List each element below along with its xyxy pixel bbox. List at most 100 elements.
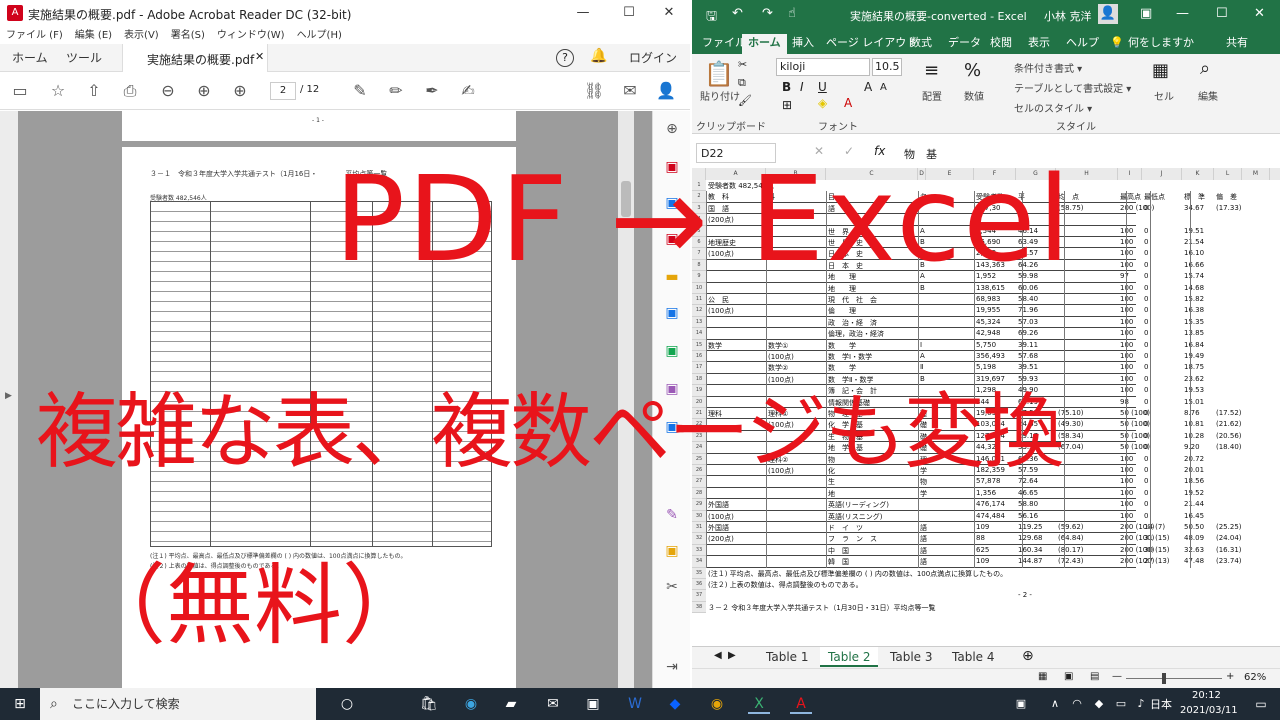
tab-tools[interactable]: ツール: [66, 44, 102, 72]
number-format-icon[interactable]: %: [964, 60, 981, 81]
cell[interactable]: 0: [1144, 261, 1148, 269]
cell[interactable]: 0: [1144, 341, 1148, 349]
mail-icon[interactable]: ✉: [542, 694, 564, 714]
cell[interactable]: Ⅰ: [920, 341, 922, 349]
cell[interactable]: 98: [1120, 398, 1129, 406]
row-header[interactable]: 16: [692, 351, 706, 363]
sign-icon[interactable]: ✒: [422, 81, 442, 101]
cell[interactable]: 0: [1144, 512, 1148, 520]
cell[interactable]: 23.62: [1184, 375, 1204, 383]
cell[interactable]: 0: [1144, 489, 1148, 497]
cell[interactable]: 27 (13): [1144, 557, 1170, 565]
cell[interactable]: 15.35: [1184, 318, 1204, 326]
cell[interactable]: 0: [1144, 284, 1148, 292]
cell[interactable]: (100点): [768, 375, 794, 385]
notification-icon[interactable]: ▭: [1250, 694, 1272, 714]
sheet-tab[interactable]: Table 2: [820, 647, 879, 667]
save-icon[interactable]: ▭: [10, 81, 30, 101]
cell[interactable]: 外国語: [708, 523, 729, 533]
row-header[interactable]: 28: [692, 487, 706, 500]
cell[interactable]: ３－２ 令和３年度大学入学共通テスト（1月30日・31日）平均点等一覧: [708, 603, 936, 613]
left-panel-toggle[interactable]: ▶: [0, 111, 18, 688]
windows-start-icon[interactable]: ⊞: [9, 694, 31, 714]
italic-icon[interactable]: I: [800, 80, 804, 94]
cell[interactable]: 68,983: [976, 295, 1001, 303]
tab-formulas[interactable]: 数式: [910, 34, 932, 54]
clock-date[interactable]: 2021/03/11: [1180, 705, 1238, 716]
cell[interactable]: (58.34): [1058, 432, 1084, 440]
cell[interactable]: 14 (7): [1144, 523, 1165, 531]
cell[interactable]: 0: [1144, 249, 1148, 257]
cell[interactable]: 57.03: [1018, 318, 1038, 326]
font-size-select[interactable]: 10.5: [872, 58, 902, 76]
row-header[interactable]: 12: [692, 305, 706, 317]
menu-sign[interactable]: 署名(S): [171, 26, 205, 41]
cell[interactable]: 20.01: [1184, 466, 1204, 474]
cell[interactable]: 数 学: [828, 363, 856, 373]
maximize-icon[interactable]: ☐: [1216, 6, 1228, 21]
chevron-right-icon[interactable]: ▶: [5, 391, 12, 401]
format-painter-icon[interactable]: 🖌: [738, 94, 752, 107]
cell-styles-button[interactable]: セルのスタイル ▾: [1014, 100, 1092, 115]
cell[interactable]: ド イ ツ: [828, 523, 863, 533]
row-header[interactable]: 18: [692, 373, 706, 386]
cell[interactable]: 数 学: [828, 341, 856, 351]
cell[interactable]: 58.40: [1018, 295, 1038, 303]
cell[interactable]: 50.50: [1184, 523, 1204, 531]
cell[interactable]: 16.45: [1184, 512, 1204, 520]
dropbox-icon[interactable]: ◆: [664, 694, 686, 714]
cell[interactable]: (100点): [708, 512, 734, 522]
row-header[interactable]: 37: [692, 590, 706, 602]
cell[interactable]: 31 (15): [1144, 534, 1170, 542]
cut-icon[interactable]: ✂: [738, 58, 747, 71]
prev-page-icon[interactable]: ⊕: [194, 81, 214, 101]
tab-help[interactable]: ヘルプ: [1066, 34, 1099, 54]
touch-mode-icon[interactable]: ☝: [788, 6, 796, 21]
cell[interactable]: 0: [1144, 477, 1148, 485]
row-header[interactable]: 35: [692, 567, 706, 579]
share-button[interactable]: 共有: [1226, 34, 1248, 54]
cell[interactable]: A: [920, 352, 925, 360]
cell[interactable]: 0: [1144, 386, 1148, 394]
add-user-icon[interactable]: 👤: [656, 81, 676, 101]
page-number-input[interactable]: 2: [270, 82, 296, 100]
column-header[interactable]: K: [1182, 168, 1214, 180]
cell[interactable]: 0: [1144, 432, 1148, 440]
zoom-slider[interactable]: [1126, 678, 1222, 679]
cell[interactable]: 0: [1144, 420, 1148, 428]
cell[interactable]: (80.17): [1058, 546, 1084, 554]
cell[interactable]: 外国語: [708, 500, 729, 510]
stamp-icon[interactable]: ✍: [458, 81, 478, 101]
cell[interactable]: (59.62): [1058, 523, 1084, 531]
cell[interactable]: 倫理，政治・経済: [828, 329, 884, 339]
zoom-icon[interactable]: ⊕: [662, 119, 682, 139]
cell[interactable]: 英語(リーディング): [828, 500, 889, 510]
row-header[interactable]: 29: [692, 499, 706, 511]
normal-view-icon[interactable]: ▦: [1038, 671, 1047, 682]
cell[interactable]: 19.53: [1184, 386, 1204, 394]
menu-edit[interactable]: 編集 (E): [75, 26, 112, 41]
cell[interactable]: (67.04): [1058, 443, 1084, 451]
comment-icon[interactable]: ✎: [350, 81, 370, 101]
next-page-icon[interactable]: ⊕: [230, 81, 250, 101]
cell[interactable]: 0: [1144, 227, 1148, 235]
cell[interactable]: (72.43): [1058, 557, 1084, 565]
task-view-icon[interactable]: ○: [336, 694, 358, 714]
font-color-icon[interactable]: A: [844, 96, 852, 110]
cell[interactable]: 16.66: [1184, 261, 1204, 269]
tab-insert[interactable]: 挿入: [792, 34, 814, 54]
cell[interactable]: (21.62): [1216, 420, 1242, 428]
cell[interactable]: 88: [976, 534, 985, 542]
cell[interactable]: 474,484: [976, 512, 1005, 520]
tab-home[interactable]: ホーム: [12, 44, 48, 72]
clock-time[interactable]: 20:12: [1192, 690, 1221, 701]
cell[interactable]: 16.84: [1184, 341, 1204, 349]
tab-close-icon[interactable]: ✕: [255, 50, 264, 63]
excel-icon[interactable]: X: [748, 694, 770, 714]
cell[interactable]: 0: [1144, 306, 1148, 314]
tab-file[interactable]: ファイル: [702, 34, 746, 54]
chevron-up-icon[interactable]: ∧: [1044, 694, 1066, 714]
row-header[interactable]: 36: [692, 579, 706, 591]
row-header[interactable]: 31: [692, 522, 706, 534]
cell[interactable]: (100点): [708, 306, 734, 316]
